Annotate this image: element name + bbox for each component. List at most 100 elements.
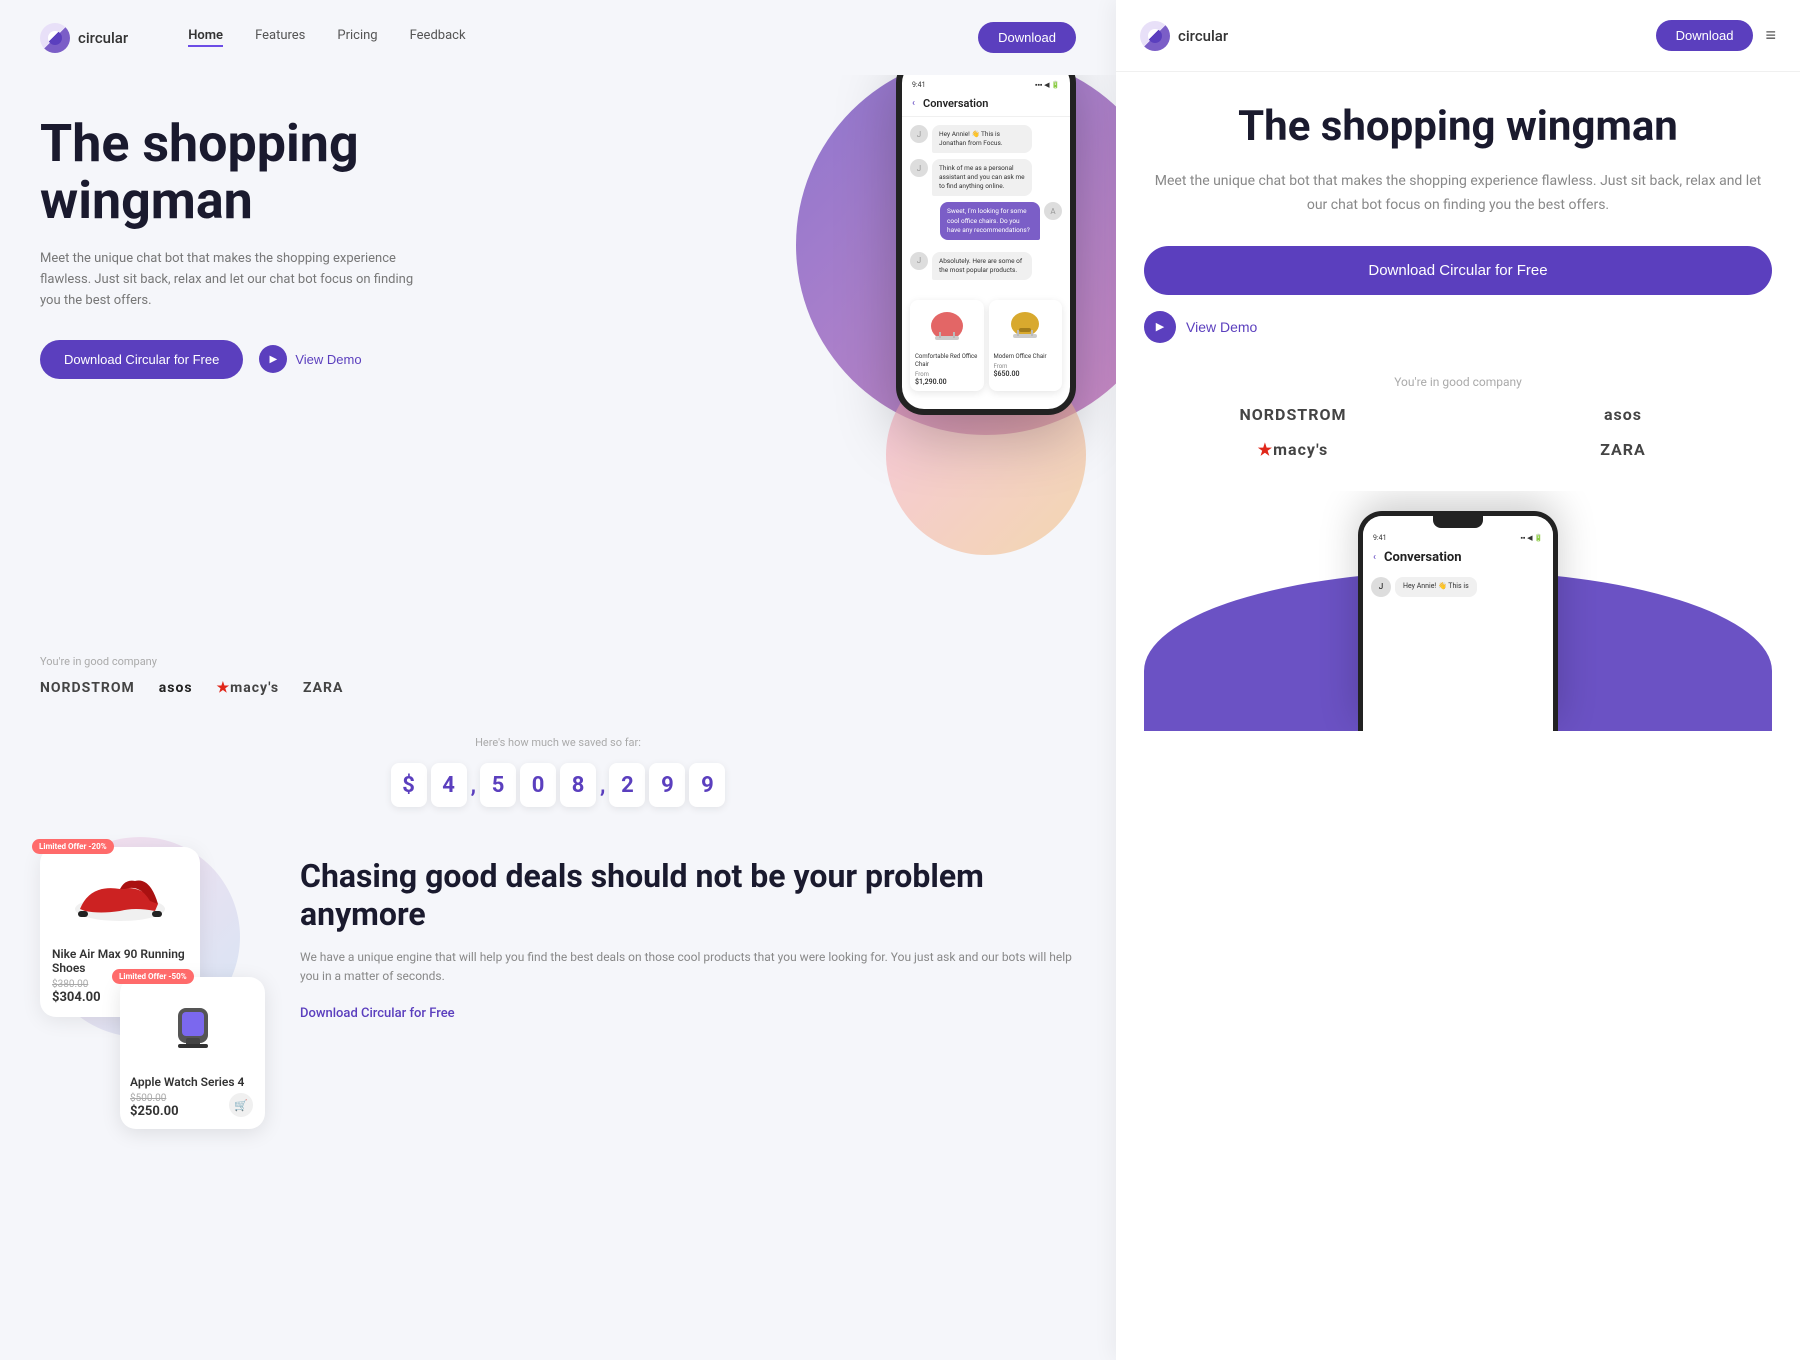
partner-asos: asos <box>159 680 193 696</box>
right-logo-text: circular <box>1178 27 1228 45</box>
right-download-button[interactable]: Download <box>1656 20 1754 51</box>
digit-4: 4 <box>431 763 467 807</box>
right-bubble: Hey Annie! 👋 This is <box>1395 577 1477 597</box>
right-partner-asos: asos <box>1604 405 1642 424</box>
digit-dollar: $ <box>391 763 427 807</box>
bot-avatar-3: J <box>910 252 928 270</box>
savings-section: Here's how much we saved so far: $ 4 , 5… <box>0 716 1116 837</box>
bot-avatar-2: J <box>910 159 928 177</box>
product-info-1: Comfortable Red Office Chair From $1,290… <box>910 350 984 391</box>
bubble-2: Think of me as a personal assistant and … <box>932 159 1032 196</box>
deal-cart-icon-2[interactable]: 🛒 <box>229 1093 253 1117</box>
right-phone-title: Conversation <box>1384 550 1462 565</box>
right-demo-button[interactable]: ▶ View Demo <box>1144 311 1257 343</box>
right-phone-signal: ▪▪ ◀ 🔋 <box>1520 534 1543 542</box>
right-panel: circular Download ≡ The shopping wingman… <box>1116 0 1800 1360</box>
digit-2: 2 <box>609 763 645 807</box>
logo-icon <box>40 23 70 53</box>
right-partner-logos: NORDSTROM asos ★macy's ZARA <box>1144 405 1772 459</box>
digit-9: 9 <box>649 763 685 807</box>
deal-card-2: Limited Offer -50% Apple Watch Series 4 … <box>120 977 265 1129</box>
bot-avatar-1: J <box>910 125 928 143</box>
partner-zara: ZARA <box>303 680 343 696</box>
deal-badge-1: Limited Offer -20% <box>32 839 114 854</box>
right-phone-back[interactable]: ‹ <box>1373 552 1376 563</box>
phone-time: 9:41 <box>912 81 926 89</box>
hero-download-button[interactable]: Download Circular for Free <box>40 340 243 379</box>
chat-message-3: Sweet, I'm looking for some cool office … <box>910 202 1062 245</box>
right-macys-star-icon: ★ <box>1258 440 1273 459</box>
right-partner-zara: ZARA <box>1600 440 1646 459</box>
phone-status-bar: 9:41 ▪▪▪ ◀ 🔋 <box>902 79 1070 93</box>
right-phone-frame: 9:41 ▪▪ ◀ 🔋 ‹ Conversation J Hey Annie! … <box>1358 511 1558 731</box>
hero-demo-button[interactable]: ▶ View Demo <box>259 345 361 373</box>
right-nav-actions: Download ≡ <box>1656 20 1776 51</box>
product-name-2: Modern Office Chair <box>994 353 1058 361</box>
macys-star-icon: ★ <box>217 680 231 696</box>
product-from-1: From <box>915 371 979 378</box>
right-menu-icon[interactable]: ≡ <box>1765 25 1776 46</box>
product-card-2: Modern Office Chair From $650.00 <box>989 300 1063 391</box>
right-phone-time: 9:41 <box>1373 534 1387 542</box>
phone-screen: 9:41 ▪▪▪ ◀ 🔋 ‹ Conversation J Hey Annie!… <box>902 61 1070 409</box>
bubble-1: Hey Annie! 👋 This is Jonathan from Focus… <box>932 125 1032 153</box>
chat-message-1: J Hey Annie! 👋 This is Jonathan from Foc… <box>910 125 1062 153</box>
partner-macys: ★macy's <box>217 680 279 696</box>
product-from-2: From <box>994 363 1058 370</box>
nav-feedback[interactable]: Feedback <box>410 28 466 47</box>
nav-features[interactable]: Features <box>255 28 305 47</box>
hero-content: The shopping wingman Meet the unique cha… <box>40 115 420 379</box>
deal-description: We have a unique engine that will help y… <box>300 948 1076 986</box>
right-partner-macys: ★macy's <box>1258 440 1328 459</box>
phone-header: ‹ Conversation <box>902 93 1070 117</box>
product-info-2: Modern Office Chair From $650.00 <box>989 350 1063 383</box>
sep-2: , <box>600 773 605 798</box>
right-demo-label: View Demo <box>1186 319 1257 335</box>
nav-home[interactable]: Home <box>188 28 223 47</box>
bubble-3: Sweet, I'm looking for some cool office … <box>940 202 1040 239</box>
play-icon: ▶ <box>259 345 287 373</box>
right-logo-icon <box>1140 21 1170 51</box>
deal-cards: Limited Offer -20% Nike Air Max 90 Runni… <box>40 847 260 1017</box>
deal-download-link[interactable]: Download Circular for Free <box>300 1006 455 1021</box>
product-price-1: $1,290.00 <box>915 378 979 386</box>
logo-area[interactable]: circular <box>40 23 128 53</box>
right-phone-notch <box>1433 516 1483 528</box>
deal-section: Limited Offer -20% Nike Air Max 90 Runni… <box>0 837 1116 1061</box>
right-logo-area[interactable]: circular <box>1140 21 1228 51</box>
right-chat-avatar: J <box>1371 577 1391 597</box>
nav-pricing[interactable]: Pricing <box>337 28 377 47</box>
partner-nordstrom: NORDSTROM <box>40 680 135 696</box>
logo-inner <box>48 31 62 45</box>
right-play-icon: ▶ <box>1144 311 1176 343</box>
deal-text: Chasing good deals should not be your pr… <box>300 847 1076 1021</box>
digit-9b: 9 <box>689 763 725 807</box>
nav-download-button[interactable]: Download <box>978 22 1076 53</box>
digit-5: 5 <box>480 763 516 807</box>
left-panel: circular Home Features Pricing Feedback … <box>0 0 1116 1360</box>
product-name-1: Comfortable Red Office Chair <box>915 353 979 369</box>
right-hero-title: The shopping wingman <box>1144 104 1772 150</box>
right-content: The shopping wingman Meet the unique cha… <box>1116 72 1800 763</box>
right-chat-bubble: J Hey Annie! 👋 This is <box>1371 577 1545 597</box>
right-partner-nordstrom: NORDSTROM <box>1239 405 1346 424</box>
chat-message-2: J Think of me as a personal assistant an… <box>910 159 1062 196</box>
hero-description: Meet the unique chat bot that makes the … <box>40 249 420 311</box>
chat-message-4: J Absolutely. Here are some of the most … <box>910 252 1062 280</box>
right-download-free-button[interactable]: Download Circular for Free <box>1144 246 1772 295</box>
hero-buttons: Download Circular for Free ▶ View Demo <box>40 340 420 379</box>
deal-name-2: Apple Watch Series 4 <box>130 1075 255 1089</box>
phone-back-button[interactable]: ‹ <box>912 98 915 109</box>
right-logo-inner <box>1148 29 1162 43</box>
phone-signal: ▪▪▪ ◀ 🔋 <box>1035 81 1060 89</box>
navbar: circular Home Features Pricing Feedback … <box>0 0 1116 75</box>
right-phone-area: 9:41 ▪▪ ◀ 🔋 ‹ Conversation J Hey Annie! … <box>1144 491 1772 731</box>
deal-title: Chasing good deals should not be your pr… <box>300 857 1076 934</box>
product-image-2 <box>989 300 1063 350</box>
phone-mockup: 9:41 ▪▪▪ ◀ 🔋 ‹ Conversation J Hey Annie!… <box>896 55 1096 415</box>
hero-section: The shopping wingman Meet the unique cha… <box>0 75 1116 635</box>
savings-counter: $ 4 , 5 0 8 , 2 9 9 <box>40 763 1076 807</box>
phone-conversation-title: Conversation <box>923 97 988 110</box>
phone-frame: 9:41 ▪▪▪ ◀ 🔋 ‹ Conversation J Hey Annie!… <box>896 55 1076 415</box>
sep-1: , <box>471 773 476 798</box>
